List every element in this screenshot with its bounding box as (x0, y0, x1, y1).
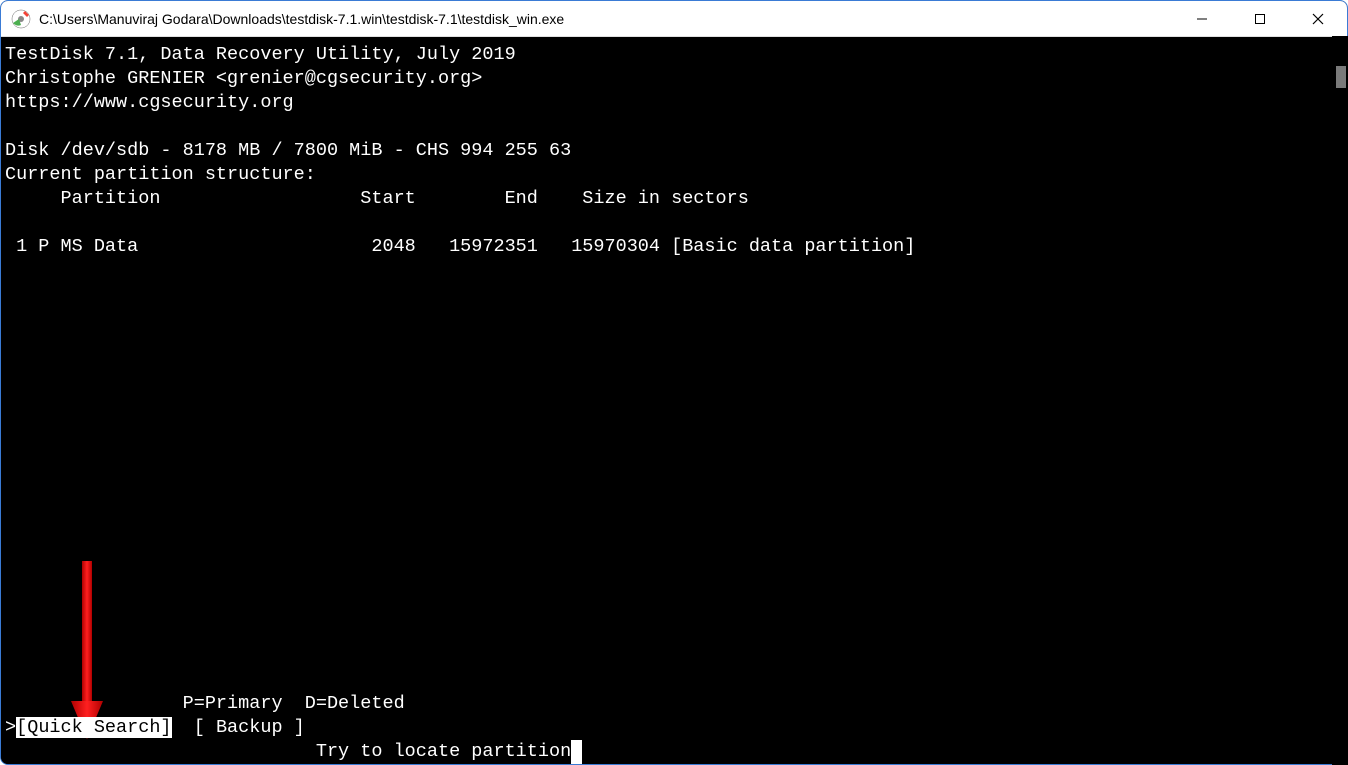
structure-label: Current partition structure: (5, 163, 1343, 187)
legend: P=Primary D=Deleted (5, 692, 1327, 716)
bottom-menu-section: P=Primary D=Deleted >[Quick Search] [ Ba… (5, 692, 1327, 764)
titlebar[interactable]: C:\Users\Manuviraj Godara\Downloads\test… (1, 1, 1347, 37)
minimize-icon (1196, 13, 1208, 25)
disk-info: Disk /dev/sdb - 8178 MB / 7800 MiB - CHS… (5, 139, 1343, 163)
partition-columns: Partition Start End Size in sectors (5, 187, 1343, 211)
scrollbar[interactable] (1332, 36, 1348, 765)
close-icon (1312, 13, 1324, 25)
quick-search-option[interactable]: [Quick Search] (16, 717, 171, 738)
hint-text: Try to locate partition (5, 741, 571, 762)
backup-option[interactable]: [ Backup ] (172, 717, 305, 738)
header-line-1: TestDisk 7.1, Data Recovery Utility, Jul… (5, 43, 1343, 67)
header-line-2: Christophe GRENIER <grenier@cgsecurity.o… (5, 67, 1343, 91)
testdisk-icon (11, 9, 31, 29)
close-button[interactable] (1289, 1, 1347, 36)
maximize-button[interactable] (1231, 1, 1289, 36)
terminal-area[interactable]: TestDisk 7.1, Data Recovery Utility, Jul… (1, 37, 1347, 764)
hint-row: Try to locate partition (5, 740, 1327, 764)
maximize-icon (1254, 13, 1266, 25)
blank-line (5, 211, 1343, 235)
terminal-cursor (571, 740, 582, 764)
scrollbar-thumb[interactable] (1336, 66, 1346, 88)
window-controls (1173, 1, 1347, 36)
menu-row: >[Quick Search] [ Backup ] (5, 716, 1327, 740)
blank-line (5, 115, 1343, 139)
menu-prefix: > (5, 717, 16, 738)
app-window: C:\Users\Manuviraj Godara\Downloads\test… (0, 0, 1348, 765)
header-line-3: https://www.cgsecurity.org (5, 91, 1343, 115)
window-title: C:\Users\Manuviraj Godara\Downloads\test… (39, 11, 1173, 27)
partition-row: 1 P MS Data 2048 15972351 15970304 [Basi… (5, 235, 1343, 259)
minimize-button[interactable] (1173, 1, 1231, 36)
